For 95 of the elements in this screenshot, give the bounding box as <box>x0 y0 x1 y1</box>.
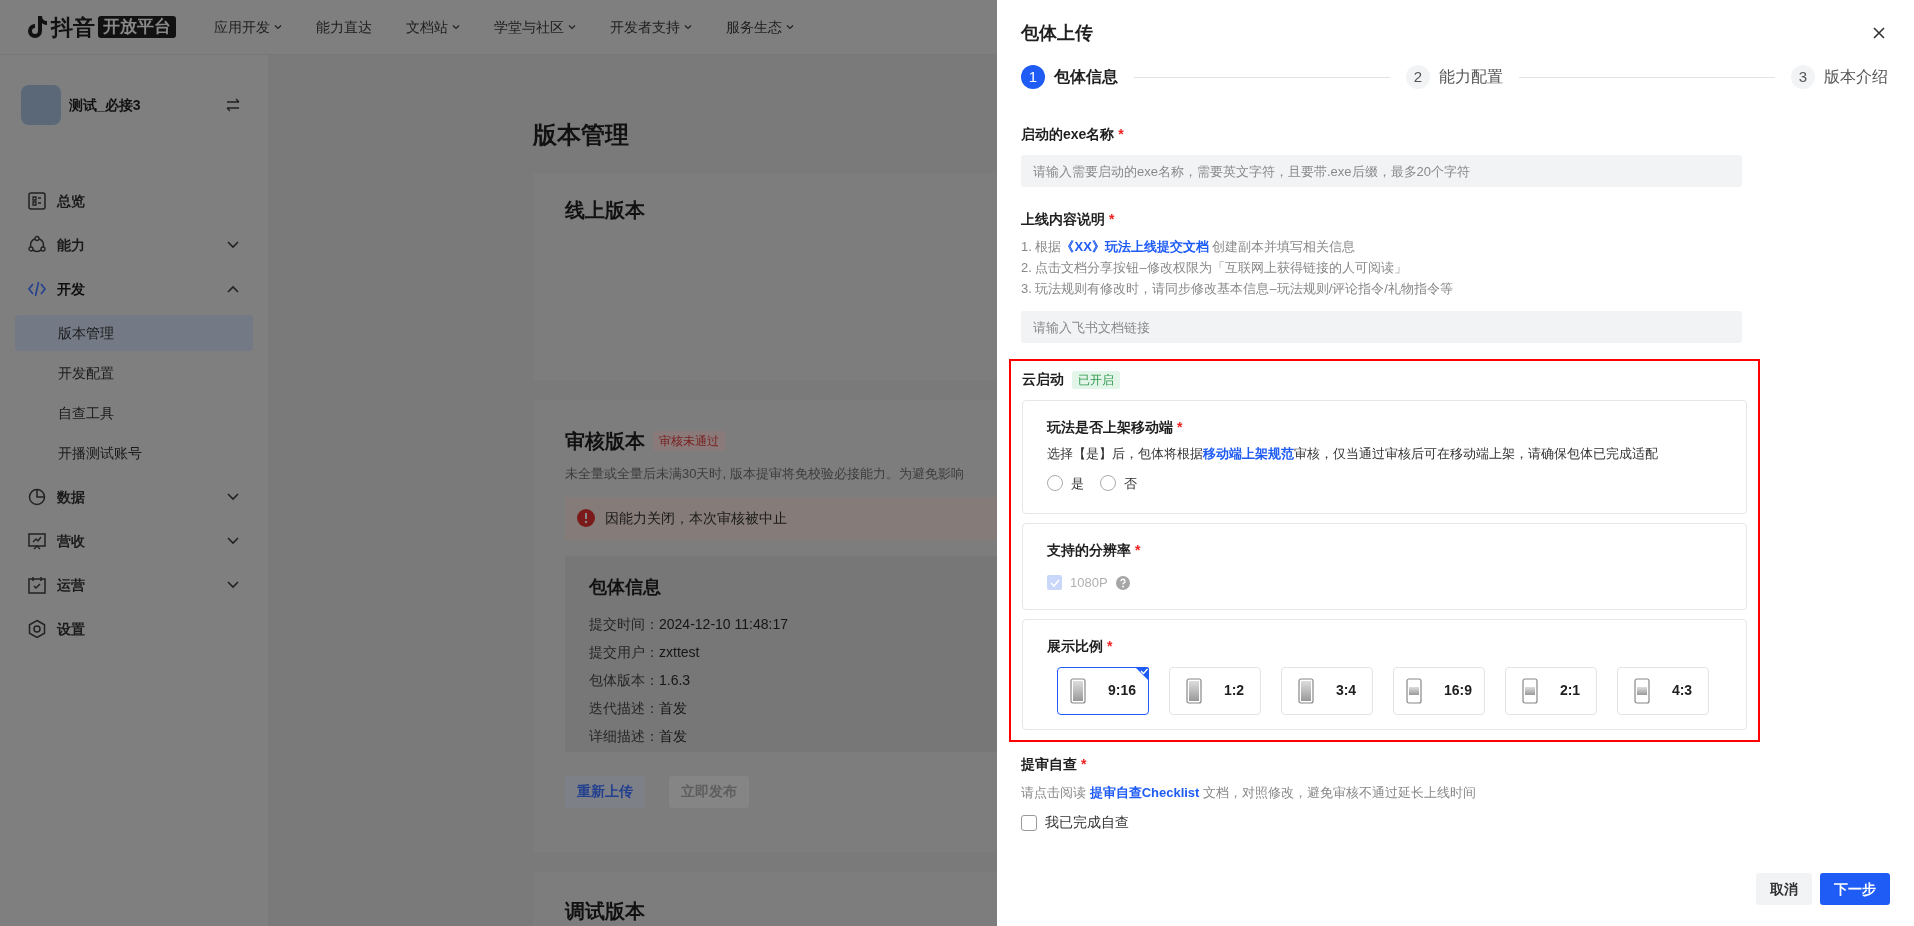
app-avatar-placeholder <box>21 85 61 125</box>
ratio-option[interactable]: 16:9 <box>1393 666 1485 715</box>
info-value: 2024-12-10 11:48:17 <box>659 615 788 634</box>
field-label: 提审自查 <box>1021 754 1077 774</box>
mobile-description: 选择【是】后，包体将根据移动端上架规范审核，仅当通过审核后可在移动端上架，请确保包体已完成适配 <box>1047 445 1659 463</box>
required-asterisk: * <box>1135 541 1141 560</box>
chevron-down-icon <box>684 24 692 30</box>
info-label: 提交时间： <box>589 615 659 634</box>
instruction-line: 3. 玩法规则有修改时，请同步修改基本信息–玩法规则/评论指令/礼物指令等 <box>1021 280 1454 298</box>
sidebar-item[interactable]: 数据 <box>15 475 253 519</box>
step-label: 版本介绍 <box>1824 67 1888 87</box>
step-number: 1 <box>1021 65 1045 89</box>
nav-menu-item[interactable]: 文档站 <box>406 16 460 38</box>
cancel-button[interactable]: 取消 <box>1756 873 1812 905</box>
panel-title: 包体信息 <box>589 575 662 599</box>
step-number: 3 <box>1791 65 1815 89</box>
exe-name-field[interactable]: 请输入需要启动的exe名称，需要英文字符，且要带.exe后缀，最多20个字符 <box>1021 155 1742 187</box>
checkbox-label: 1080P <box>1070 574 1108 592</box>
sidebar-subitem[interactable]: 开发配置 <box>15 355 253 391</box>
status-tag: 已开启 <box>1072 370 1120 389</box>
checklist-link[interactable]: 提审自查Checklist <box>1089 784 1200 800</box>
chevron-down-icon <box>452 24 460 30</box>
switch-icon <box>225 98 241 112</box>
close-icon <box>1872 26 1886 40</box>
sidebar-item[interactable]: 总览 <box>15 179 253 223</box>
field-label: 玩法是否上架移动端 <box>1047 418 1173 437</box>
error-icon <box>577 509 595 527</box>
selected-check-icon <box>1135 666 1149 681</box>
info-value: 首发 <box>659 727 687 746</box>
step-label: 包体信息 <box>1054 67 1118 87</box>
required-asterisk: * <box>1109 210 1115 229</box>
chevron-down-icon <box>786 24 794 30</box>
page-title: 版本管理 <box>533 120 630 150</box>
required-asterisk: * <box>1118 125 1124 144</box>
logo-badge: 开放平台 <box>98 16 176 38</box>
radio-label: 否 <box>1124 474 1137 493</box>
required-asterisk: * <box>1107 636 1113 656</box>
note-logo-icon <box>28 15 48 39</box>
review-note: 未全量或全量后未满30天时, 版本提审将免校验必接能力。为避免影响 <box>565 465 965 483</box>
info-label: 迭代描述： <box>589 699 659 718</box>
card-title: 线上版本 <box>565 198 646 223</box>
nav-menu-item[interactable]: 开发者支持 <box>610 16 692 38</box>
radio-label: 是 <box>1071 474 1084 493</box>
sidebar-item[interactable]: 设置 <box>15 607 253 651</box>
nav-menu-item[interactable]: 应用开发 <box>214 16 282 38</box>
field-label: 支持的分辨率 <box>1047 541 1131 560</box>
ratio-option[interactable]: 4:3 <box>1617 666 1709 715</box>
step-label: 能力配置 <box>1439 67 1503 87</box>
help-icon <box>1115 575 1130 590</box>
alert-text: 因能力关闭，本次审核被中止 <box>605 508 787 528</box>
info-value: 1.6.3 <box>659 671 691 690</box>
ratio-option[interactable]: 1:2 <box>1169 666 1261 715</box>
status-badge: 审核未通过 <box>653 431 725 451</box>
doc-link[interactable]: 《XX》玩法上线提交文档 <box>1061 239 1209 254</box>
field-label: 展示比例 <box>1047 636 1103 656</box>
required-asterisk: * <box>1081 754 1087 774</box>
reupload-button[interactable]: 重新上传 <box>565 775 645 808</box>
instruction-line: 2. 点击文档分享按钮–修改权限为「互联网上获得链接的人可阅读」 <box>1021 259 1408 277</box>
card-title: 审核版本 <box>565 429 645 454</box>
drawer-title: 包体上传 <box>1021 21 1093 45</box>
ratio-option[interactable]: 3:4 <box>1281 666 1373 715</box>
self-check-description: 请点击阅读 提审自查Checklist 文档，对照修改，避免审核不通过延长上线时间 <box>1021 783 1478 802</box>
step-number: 2 <box>1406 65 1430 89</box>
sidebar-subitem[interactable]: 自查工具 <box>15 395 253 431</box>
spec-link[interactable]: 移动端上架规范 <box>1203 446 1294 461</box>
nav-menu-item[interactable]: 服务生态 <box>726 16 794 38</box>
info-label: 包体版本： <box>589 671 659 690</box>
next-button[interactable]: 下一步 <box>1820 873 1890 905</box>
sidebar-item[interactable]: 开发 <box>15 267 253 311</box>
info-value: zxttest <box>659 643 700 662</box>
sidebar-subitem[interactable]: 开播测试账号 <box>15 435 253 471</box>
doc-link-field[interactable]: 请输入飞书文档链接 <box>1021 311 1742 343</box>
field-label: 上线内容说明 <box>1021 210 1105 229</box>
info-value: 首发 <box>659 699 687 718</box>
nav-menu-item[interactable]: 学堂与社区 <box>494 16 576 38</box>
sidebar-subitem[interactable]: 版本管理 <box>15 315 253 351</box>
info-label: 提交用户： <box>589 643 659 662</box>
ratio-option[interactable]: 2:1 <box>1505 666 1597 715</box>
sidebar-item[interactable]: 运营 <box>15 563 253 607</box>
checkbox-label: 我已完成自查 <box>1045 813 1129 832</box>
checkbox[interactable] <box>1021 814 1037 831</box>
nav-menu-item[interactable]: 能力直达 <box>316 16 372 38</box>
sidebar-item[interactable]: 营收 <box>15 519 253 563</box>
required-asterisk: * <box>1177 418 1183 437</box>
chevron-down-icon <box>568 24 576 30</box>
instruction-line: 1. 根据《XX》玩法上线提交文档 创建副本并填写相关信息 <box>1021 238 1357 256</box>
card-title: 调试版本 <box>565 899 646 924</box>
app-name: 测试_必接3 <box>69 95 142 115</box>
section-label: 云启动 <box>1022 370 1064 389</box>
field-label: 启动的exe名称 <box>1021 125 1115 144</box>
chevron-down-icon <box>274 24 282 30</box>
sidebar-item[interactable]: 能力 <box>15 223 253 267</box>
info-label: 详细描述： <box>589 727 659 746</box>
logo-text: 抖音 <box>51 13 95 42</box>
ratio-option[interactable]: 9:16 <box>1057 666 1149 715</box>
